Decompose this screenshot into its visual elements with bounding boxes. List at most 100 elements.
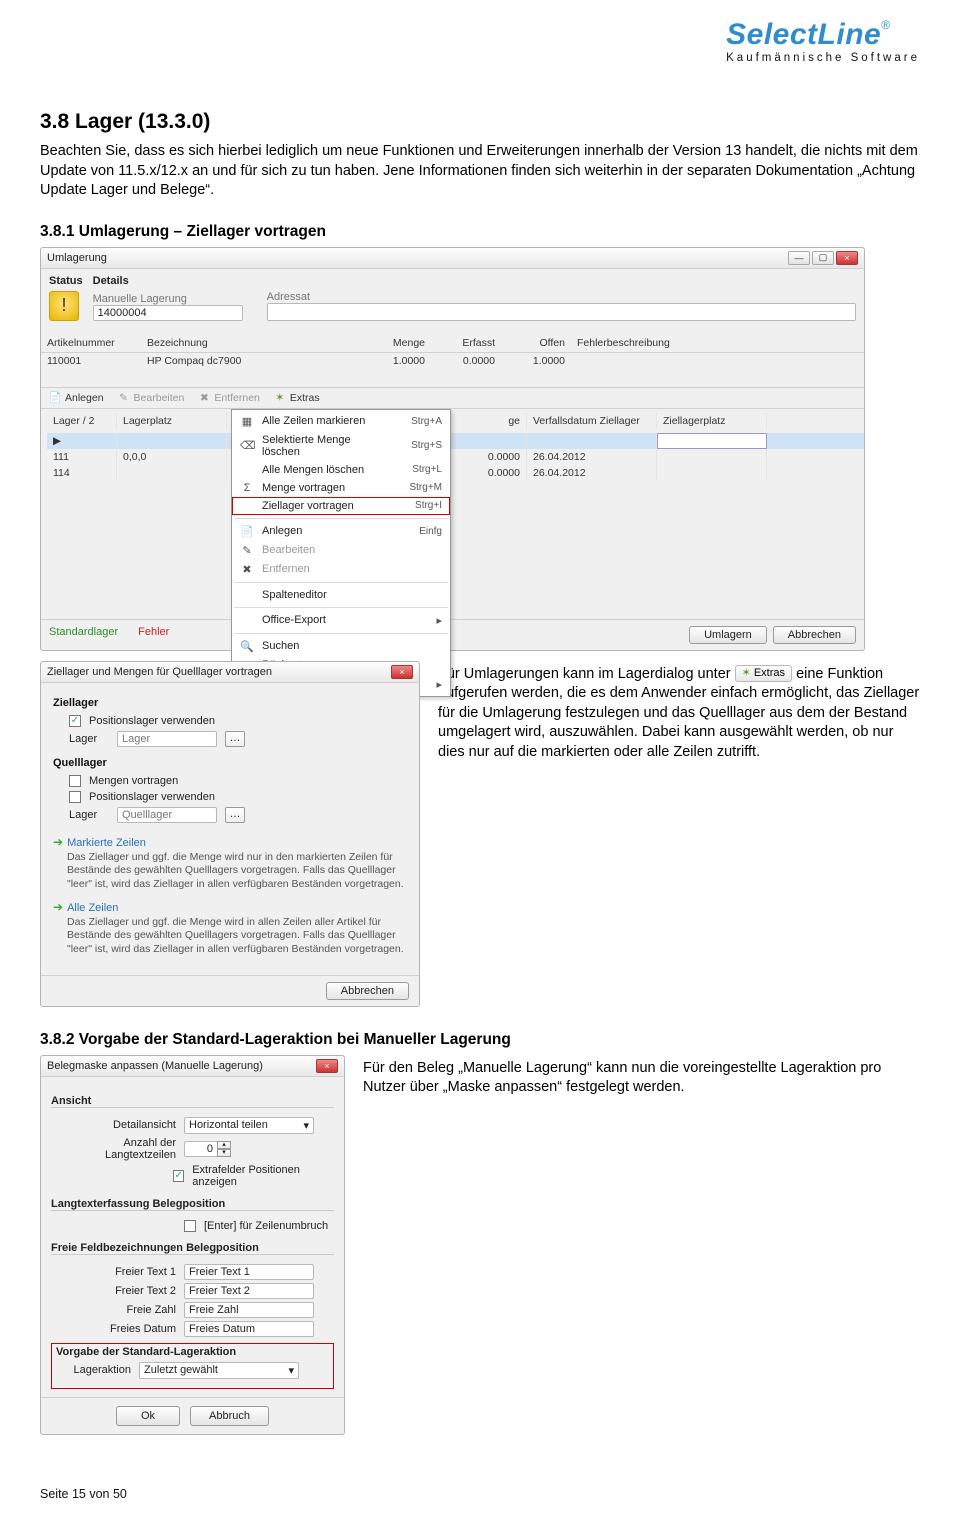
ctx-del-all-menge[interactable]: Alle Mengen löschenStrg+L xyxy=(232,461,450,479)
freie-zahl-label: Freie Zahl xyxy=(51,1304,176,1316)
ctx-mark-all[interactable]: ▦Alle Zeilen markierenStrg+A xyxy=(232,412,450,431)
window-min-button[interactable]: — xyxy=(788,251,810,265)
abbrechen-button[interactable]: Abbrechen xyxy=(773,626,856,644)
lookup-button[interactable]: … xyxy=(225,807,245,823)
quelllager-section: Quelllager xyxy=(53,757,407,769)
col-offen[interactable]: Offen xyxy=(501,334,571,353)
quelllager-label: Lager xyxy=(69,809,109,821)
chk-positionslager-quell[interactable]: Positionslager verwenden xyxy=(69,791,407,803)
ctx-ziellager-vortragen[interactable]: Ziellager vortragenStrg+I xyxy=(232,497,450,515)
checkbox-checked-icon[interactable]: ✓ xyxy=(173,1170,184,1182)
lookup-button[interactable]: … xyxy=(225,731,245,747)
ziellager-titlebar[interactable]: Ziellager und Mengen für Quelllager vort… xyxy=(41,662,419,683)
ctx-office-export[interactable]: Office-Export▸ xyxy=(232,611,450,630)
table-row[interactable]: 110001 HP Compaq dc7900 1.0000 0.0000 1.… xyxy=(41,352,864,369)
umlagern-button[interactable]: Umlagern xyxy=(689,626,767,644)
chevron-right-icon: ▸ xyxy=(436,678,442,691)
freier-text-2-field[interactable]: Freier Text 2 xyxy=(184,1283,314,1299)
edit-icon: ✎ xyxy=(240,544,254,557)
col-bezeichnung[interactable]: Bezeichnung xyxy=(141,334,361,353)
detailansicht-select[interactable]: Horizontal teilen▾ xyxy=(184,1117,314,1134)
grid-row[interactable]: 114 0.0000 26.04.2012 xyxy=(47,465,864,481)
standardlager-link[interactable]: Standardlager xyxy=(49,626,118,644)
alle-zeilen-link[interactable]: Alle Zeilen xyxy=(67,902,118,914)
gcol-lagerplatz[interactable]: Lagerplatz xyxy=(117,413,227,429)
chk-positionslager-ziel[interactable]: ✓Positionslager verwenden xyxy=(69,715,407,727)
heading-3-8-1: 3.8.1 Umlagerung – Ziellager vortragen xyxy=(40,223,920,241)
extras-context-menu: ▦Alle Zeilen markierenStrg+A ⌫Selektiert… xyxy=(231,409,451,697)
warning-icon: ! xyxy=(49,291,79,321)
freier-text-1-field[interactable]: Freier Text 1 xyxy=(184,1264,314,1280)
artikel-table: Artikelnummer Bezeichnung Menge Erfasst … xyxy=(41,334,864,369)
heading-3-8: 3.8 Lager (13.3.0) xyxy=(40,110,920,134)
window-close-button[interactable]: × xyxy=(836,251,858,265)
checkbox-icon[interactable] xyxy=(184,1220,196,1232)
extras-icon: ✶ xyxy=(742,666,751,681)
ziellager-section: Ziellager xyxy=(53,697,407,709)
heading-3-8-2: 3.8.2 Vorgabe der Standard-Lageraktion b… xyxy=(40,1031,920,1049)
gcol-verfall[interactable]: Verfallsdatum Ziellager xyxy=(527,413,657,429)
gcol-ziel[interactable]: Ziellagerplatz xyxy=(657,413,767,429)
search-icon: 🔍 xyxy=(240,640,254,653)
brand-name: SelectLine xyxy=(726,18,881,51)
abbruch-button[interactable]: Abbruch xyxy=(190,1406,269,1426)
chk-mengen-vortragen[interactable]: Mengen vortragen xyxy=(69,775,407,787)
gcol-ge[interactable]: ge xyxy=(467,413,527,429)
extras-badge: ✶Extras xyxy=(735,665,792,682)
vorgabe-lageraktion-highlight: Vorgabe der Standard-Lageraktion Lagerak… xyxy=(51,1343,334,1389)
col-erfasst[interactable]: Erfasst xyxy=(431,334,501,353)
ctx-del-sel-menge[interactable]: ⌫Selektierte Menge löschenStrg+S xyxy=(232,431,450,461)
adressat-field[interactable] xyxy=(267,303,856,321)
spin-down-icon[interactable]: ▾ xyxy=(217,1149,231,1157)
belegmaske-titlebar[interactable]: Belegmaske anpassen (Manuelle Lagerung) … xyxy=(41,1056,344,1077)
zdlg-abbrechen-button[interactable]: Abbrechen xyxy=(326,982,409,1000)
langtextzeilen-stepper[interactable]: 0▴▾ xyxy=(184,1141,231,1157)
col-fehler[interactable]: Fehlerbeschreibung xyxy=(571,334,864,353)
status-label: Status xyxy=(49,275,83,287)
close-button[interactable]: × xyxy=(316,1059,338,1073)
ctx-spalteneditor[interactable]: Spalteneditor xyxy=(232,586,450,604)
brand-reg: ® xyxy=(881,18,890,32)
quelllager-field[interactable]: Quelllager xyxy=(117,807,217,823)
adressat-label: Adressat xyxy=(267,291,856,303)
lageraktion-select[interactable]: Zuletzt gewählt▾ xyxy=(139,1362,299,1379)
grid-row[interactable]: ▶ xyxy=(47,433,864,449)
ctx-anlegen[interactable]: 📄AnlegenEinfg xyxy=(232,522,450,541)
ok-button[interactable]: Ok xyxy=(116,1406,180,1426)
chevron-down-icon: ▾ xyxy=(288,1364,294,1377)
alle-zeilen-help: Das Ziellager und ggf. die Menge wird in… xyxy=(67,916,407,957)
freie-zahl-field[interactable]: Freie Zahl xyxy=(184,1302,314,1318)
umlagerung-window: Umlagerung — ▢ × Status ! Details Manuel… xyxy=(40,247,865,651)
grid-header: Lager / 2 Lagerplatz Bemer ge Verfallsda… xyxy=(47,409,864,433)
grid-row[interactable]: 111 0,0,0 0.0000 26.04.2012 xyxy=(47,449,864,465)
page-footer: Seite 15 von 50 xyxy=(40,1487,127,1501)
col-artikelnummer[interactable]: Artikelnummer xyxy=(41,334,141,353)
belegmaske-title: Belegmaske anpassen (Manuelle Lagerung) xyxy=(47,1060,263,1072)
gcol-lager[interactable]: Lager / 2 xyxy=(47,413,117,429)
manuelle-lagerung-field[interactable]: 14000004 xyxy=(93,305,243,321)
sigma-icon: Σ xyxy=(240,482,254,494)
col-menge[interactable]: Menge xyxy=(361,334,431,353)
langtext-section: Langtexterfassung Belegposition xyxy=(51,1198,231,1210)
grid-toolbar: 📄Anlegen ✎Bearbeiten ✖Entfernen ✶Extras xyxy=(41,387,864,409)
spin-up-icon[interactable]: ▴ xyxy=(217,1141,231,1149)
window-max-button[interactable]: ▢ xyxy=(812,251,834,265)
checkbox-icon xyxy=(69,791,81,803)
umlagerung-titlebar[interactable]: Umlagerung — ▢ × xyxy=(41,248,864,269)
belegmaske-dialog: Belegmaske anpassen (Manuelle Lagerung) … xyxy=(40,1055,345,1435)
toolbar-extras[interactable]: ✶Extras xyxy=(274,392,320,404)
edit-icon: ✎ xyxy=(118,392,130,404)
ctx-bearbeiten: ✎Bearbeiten xyxy=(232,541,450,560)
close-button[interactable]: × xyxy=(391,665,413,679)
freies-datum-field[interactable]: Freies Datum xyxy=(184,1321,314,1337)
toolbar-anlegen[interactable]: 📄Anlegen xyxy=(49,392,104,404)
toolbar-bearbeiten: ✎Bearbeiten xyxy=(118,392,185,404)
lager-field[interactable]: Lager xyxy=(117,731,217,747)
para-381: Für Umlagerungen kann im Lagerdialog unt… xyxy=(438,665,920,763)
fehler-link[interactable]: Fehler xyxy=(138,626,169,644)
ctx-suchen[interactable]: 🔍Suchen xyxy=(232,637,450,656)
ctx-menge-vortragen[interactable]: ΣMenge vortragenStrg+M xyxy=(232,479,450,497)
ctx-entfernen: ✖Entfernen xyxy=(232,560,450,579)
ziellager-title: Ziellager und Mengen für Quelllager vort… xyxy=(47,666,272,678)
markierte-zeilen-link[interactable]: Markierte Zeilen xyxy=(67,837,146,849)
